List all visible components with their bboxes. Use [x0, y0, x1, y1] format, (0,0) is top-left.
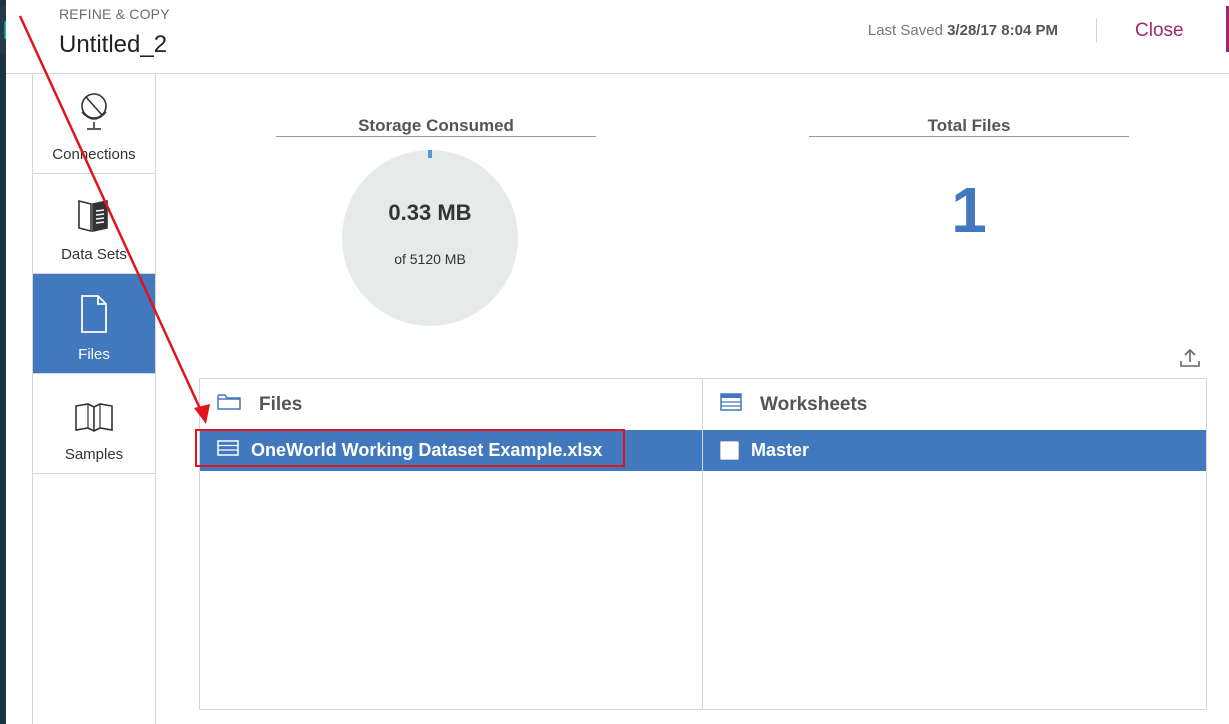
- sidebar-item-label: Samples: [64, 446, 124, 463]
- storage-title-underline: [276, 136, 596, 137]
- file-name: OneWorld Working Dataset Example.xlsx: [251, 440, 603, 460]
- sidebar-item-label: Files: [78, 346, 110, 363]
- main-content: Storage Consumed 0.33 MB of 5120 MB Tota…: [156, 75, 1229, 724]
- files-header: Files: [200, 379, 702, 430]
- app-left-strip: [0, 0, 6, 724]
- storage-capacity: of 5120 MB: [394, 251, 466, 267]
- file-icon: [80, 286, 108, 334]
- worksheets-column: Worksheets Master: [703, 379, 1206, 710]
- panel-bottom-border: [199, 709, 1207, 710]
- upload-icon[interactable]: [1178, 346, 1202, 370]
- total-files-title: Total Files: [927, 116, 1011, 135]
- total-files-value: 1: [951, 174, 987, 246]
- sidebar-item-label: Data Sets: [61, 246, 127, 263]
- worksheet-row[interactable]: Master: [703, 430, 1206, 471]
- total-files-underline: [809, 136, 1129, 137]
- worksheets-header-label: Worksheets: [760, 393, 868, 415]
- last-saved-value: 3/28/17 8:04 PM: [947, 22, 1058, 39]
- sidebar-item-samples[interactable]: Samples: [33, 374, 155, 474]
- file-row[interactable]: OneWorld Working Dataset Example.xlsx: [200, 430, 702, 471]
- header-divider: [1096, 18, 1097, 42]
- storage-title: Storage Consumed: [358, 116, 514, 135]
- last-saved-label: Last Saved: [867, 22, 943, 39]
- sidebar-item-data-sets[interactable]: Data Sets: [33, 174, 155, 274]
- sidebar-item-label: Connections: [52, 146, 136, 163]
- book-icon: [77, 186, 111, 234]
- files-header-label: Files: [259, 393, 303, 415]
- close-button[interactable]: Close: [1135, 20, 1184, 42]
- open-book-icon: [74, 386, 114, 434]
- files-worksheets-panel: Files OneWorld Working Dataset Example.x…: [199, 378, 1207, 710]
- worksheet-name: Master: [751, 440, 810, 460]
- last-saved-status: Last Saved 3/28/17 8:04 PM: [868, 22, 1058, 39]
- storage-used-arc: [428, 150, 432, 158]
- globe-icon: [77, 86, 111, 134]
- folder-icon: [217, 393, 241, 416]
- worksheets-header: Worksheets: [703, 379, 1206, 430]
- worksheet-checkbox[interactable]: [720, 441, 739, 460]
- worksheet-icon: [720, 393, 742, 416]
- sidebar-item-files[interactable]: Files: [33, 274, 155, 374]
- spreadsheet-icon: [217, 440, 239, 461]
- sidebar-item-connections[interactable]: Connections: [33, 74, 155, 174]
- breadcrumb: REFINE & COPY: [59, 6, 170, 22]
- storage-value: 0.33 MB: [388, 200, 472, 225]
- storage-donut-chart: 0.33 MB of 5120 MB: [342, 150, 518, 326]
- sidebar: Connections Data Sets Files Samples: [32, 74, 156, 724]
- header: REFINE & COPY Untitled_2 Last Saved 3/28…: [6, 0, 1229, 74]
- files-column: Files OneWorld Working Dataset Example.x…: [200, 379, 703, 710]
- page-title[interactable]: Untitled_2: [59, 31, 167, 59]
